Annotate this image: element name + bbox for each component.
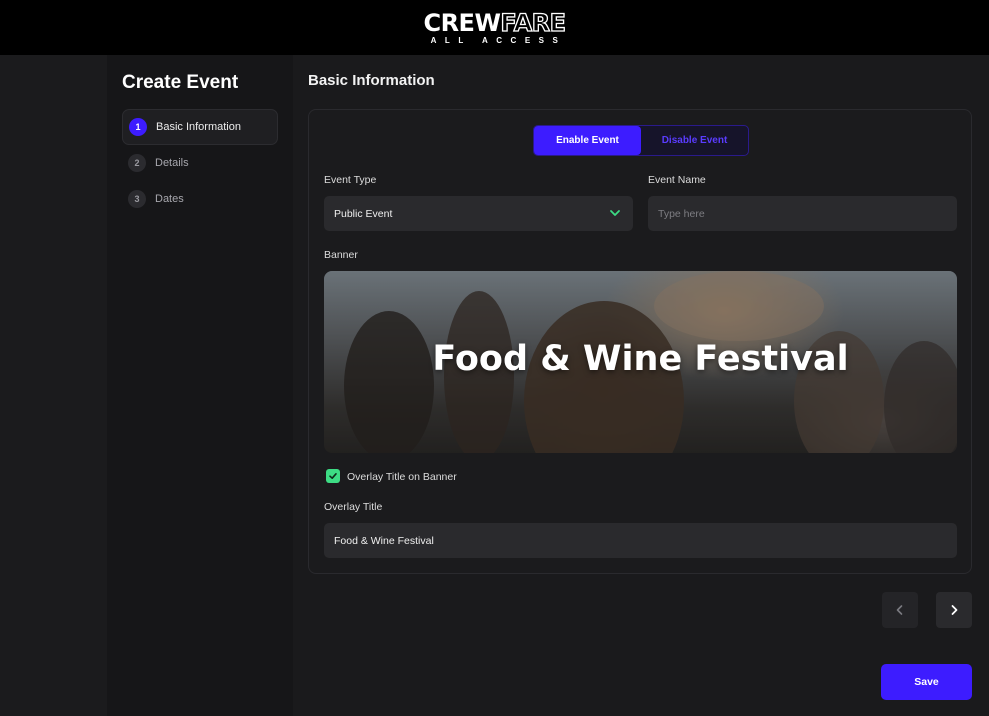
banner-overlay-title: Food & Wine Festival	[432, 339, 849, 379]
overlay-title-label: Overlay Title	[324, 501, 383, 513]
event-status-toggle: Enable Event Disable Event	[533, 125, 749, 156]
disable-event-button[interactable]: Disable Event	[641, 126, 748, 155]
step-number: 1	[129, 118, 147, 136]
step-details[interactable]: 2 Details	[122, 145, 278, 181]
chevron-right-icon	[951, 605, 958, 615]
next-button[interactable]	[936, 592, 972, 628]
basic-information-card: Enable Event Disable Event Event Type Pu…	[308, 109, 972, 574]
step-label: Basic Information	[156, 121, 241, 133]
save-button[interactable]: Save	[881, 664, 972, 700]
logo-wordmark: CREWFARE	[423, 8, 566, 37]
banner-image[interactable]: Food & Wine Festival	[324, 271, 957, 453]
step-dates[interactable]: 3 Dates	[122, 181, 278, 217]
event-type-select[interactable]: Public Event	[324, 196, 633, 231]
event-type-label: Event Type	[324, 174, 377, 186]
check-icon	[329, 473, 337, 479]
top-bar: CREWFARE ALL ACCESS	[0, 0, 989, 55]
chevron-down-icon	[610, 210, 620, 216]
event-name-input[interactable]: Type here	[648, 196, 957, 231]
overlay-title-checkbox[interactable]	[326, 469, 340, 483]
overlay-title-input[interactable]: Food & Wine Festival	[324, 523, 957, 558]
sidebar: Create Event 1 Basic Information 2 Detai…	[107, 55, 293, 716]
step-label: Details	[155, 157, 189, 169]
left-gutter	[0, 55, 107, 716]
overlay-title-checkbox-label[interactable]: Overlay Title on Banner	[347, 471, 457, 483]
step-number: 2	[128, 154, 146, 172]
banner-label: Banner	[324, 249, 358, 261]
page-title: Basic Information	[308, 72, 435, 89]
sidebar-title: Create Event	[122, 72, 239, 93]
crewfare-logo[interactable]: CREWFARE ALL ACCESS	[423, 8, 567, 45]
logo-tagline: ALL ACCESS	[430, 35, 567, 45]
step-number: 3	[128, 190, 146, 208]
step-basic-information[interactable]: 1 Basic Information	[122, 109, 278, 145]
chevron-left-icon	[896, 605, 903, 615]
step-label: Dates	[155, 193, 184, 205]
previous-button[interactable]	[882, 592, 918, 628]
event-type-value: Public Event	[334, 207, 393, 220]
event-name-label: Event Name	[648, 174, 706, 186]
enable-event-button[interactable]: Enable Event	[534, 126, 641, 155]
